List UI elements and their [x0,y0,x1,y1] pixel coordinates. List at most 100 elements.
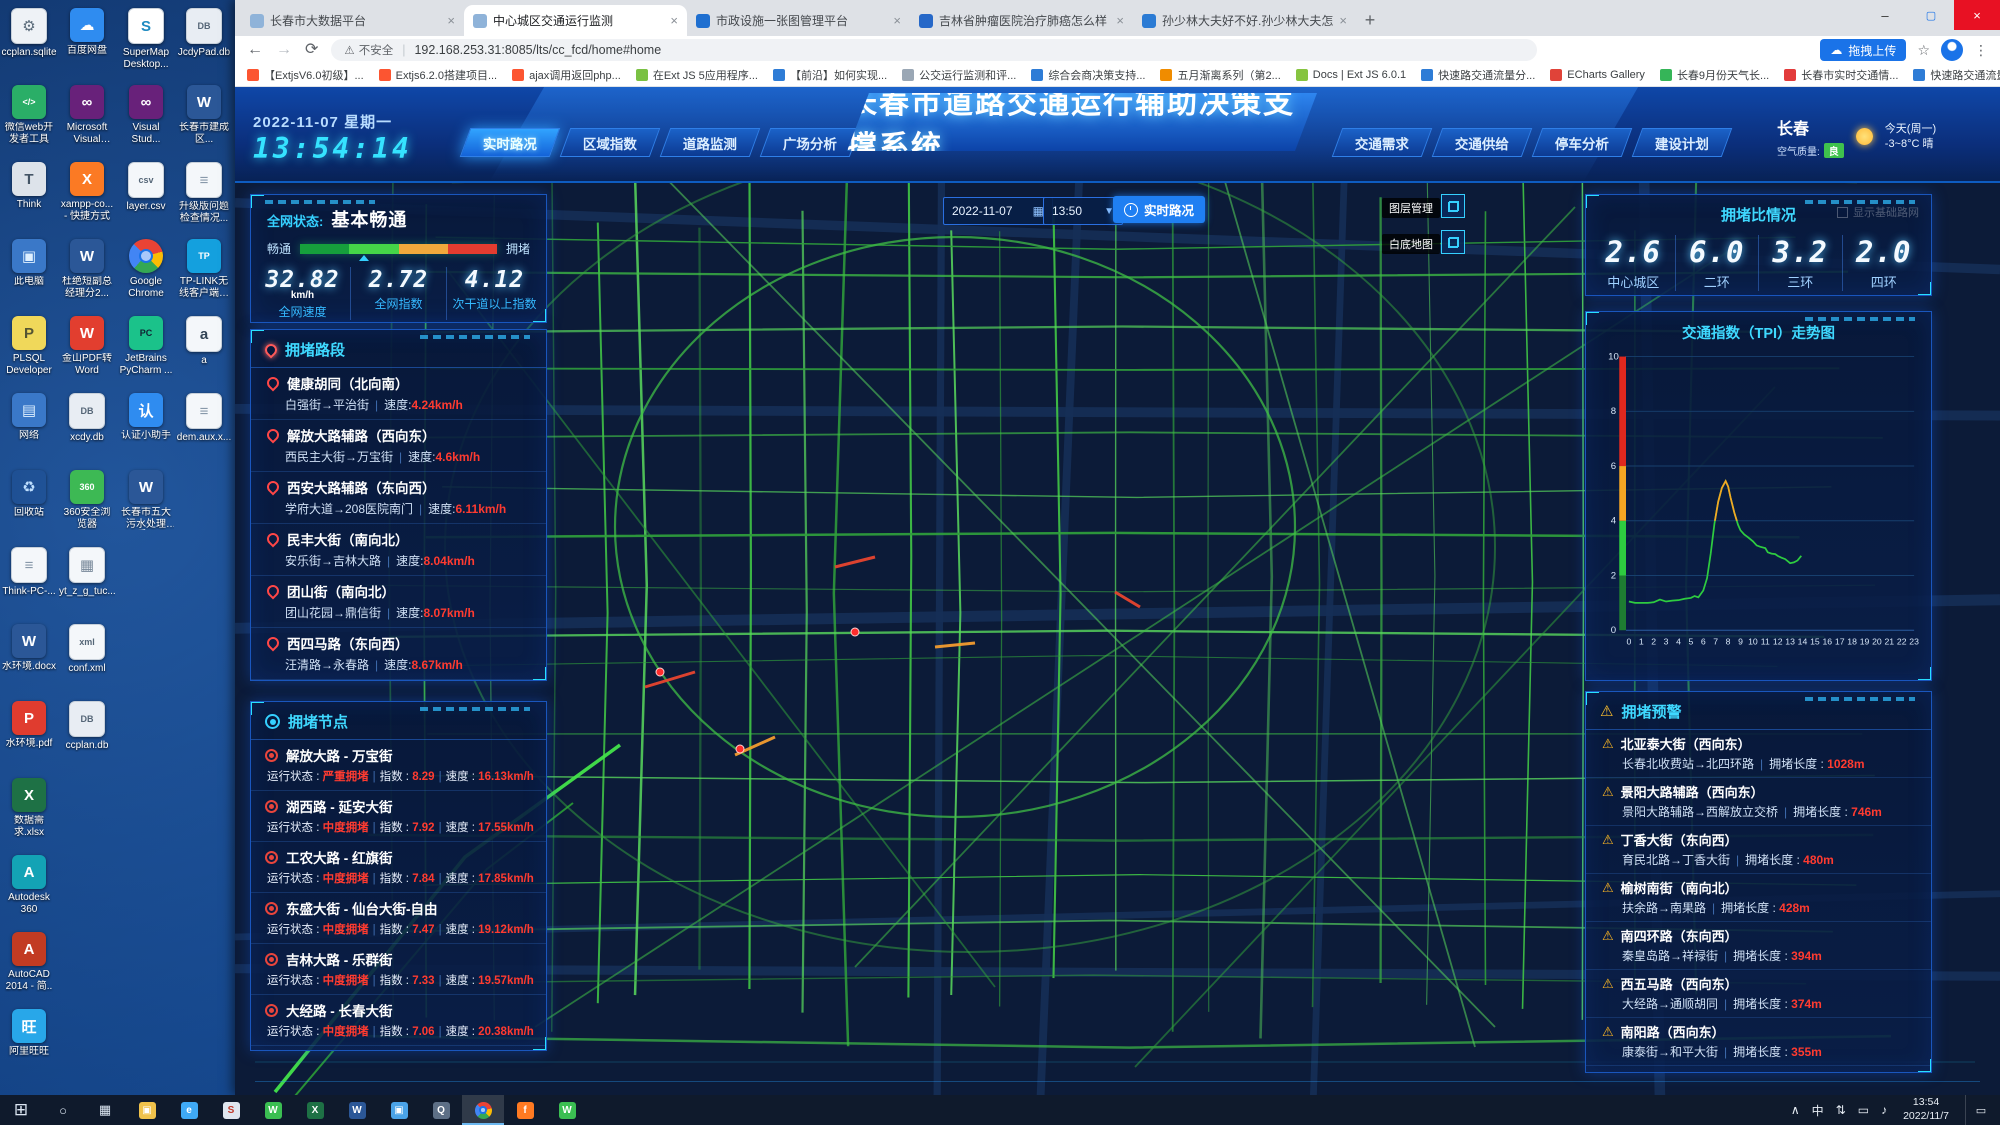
congested-node-item[interactable]: 解放大路 - 万宝街 运行状态 : 严重拥堵|指数 : 8.29|速度 : 16… [251,740,546,791]
congested-road-item[interactable]: 民丰大街（南向北） 安乐街→吉林大路|速度:8.04km/h [251,524,546,576]
desktop-icon[interactable]: PCJetBrains PyCharm ... [118,316,174,376]
basemap-button[interactable] [1441,230,1465,254]
congested-node-item[interactable]: 东盛大街 - 仙台大街-自由 运行状态 : 中度拥堵|指数 : 7.47|速度 … [251,893,546,944]
taskbar-ie-icon[interactable]: e [168,1095,210,1125]
desktop-icon[interactable]: ▣此电脑 [1,239,57,288]
bookmark-item[interactable]: 长春市实时交通情... [1784,67,1898,83]
nav-button[interactable]: 交通供给 [1432,128,1533,157]
desktop-icon[interactable]: ≡dem.aux.x... [176,393,232,444]
warning-item[interactable]: ⚠修正路（西向东） 吉大前卫小区北一门→致远路|拥堵长度 : 349m [1586,1066,1931,1073]
desktop-icon[interactable]: ∞Visual Stud... [118,85,174,145]
nav-button[interactable]: 实时路况 [460,128,561,157]
action-center-icon[interactable]: ▭ [1965,1095,1996,1125]
bookmark-item[interactable]: 【前沿】如何实现... [773,67,887,83]
desktop-icon[interactable]: W长春市五大污水处理系... [118,470,174,530]
back-button[interactable]: ← [247,42,263,58]
desktop-icon[interactable]: ▤网络 [1,393,57,442]
congested-road-item[interactable]: 健康胡同（北向南） 白强街→平治街|速度:4.24km/h [251,368,546,420]
tray-volume-icon[interactable]: ♪ [1881,1103,1887,1117]
nav-button[interactable]: 建设计划 [1632,128,1733,157]
tab-close-icon[interactable]: × [447,13,455,28]
bookmark-item[interactable]: 长春9月份天气长... [1660,67,1769,83]
desktop-icon[interactable]: X数据需求.xlsx [1,778,57,838]
nav-button[interactable]: 广场分析 [760,128,861,157]
desktop-icon[interactable]: aa [176,316,232,367]
bookmark-item[interactable]: 在Ext JS 5应用程序... [636,67,758,83]
desktop-icon[interactable]: TPTP-LINK无线客户端应用... [176,239,232,299]
taskbar-folder-icon[interactable]: ▣ [378,1095,420,1125]
browser-tab[interactable]: 孙少林大夫好不好.孙少林大夫怎 × [1133,5,1356,36]
desktop-icon[interactable]: SSuperMap Desktop... [118,8,174,70]
nav-button[interactable]: 停车分析 [1532,128,1633,157]
desktop-icon[interactable]: W金山PDF转Word [59,316,115,376]
desktop-icon[interactable]: ☁百度网盘 [59,8,115,57]
bookmark-item[interactable]: Extjs6.2.0搭建项目... [379,67,497,83]
desktop-icon[interactable]: AAutoCAD 2014 - 简.. [1,932,57,992]
congested-node-item[interactable]: 工农大路 - 红旗街 运行状态 : 中度拥堵|指数 : 7.84|速度 : 17… [251,842,546,893]
bookmark-item[interactable]: Docs | Ext JS 6.0.1 [1296,69,1406,81]
browser-tab[interactable]: 吉林省肿瘤医院治疗肺癌怎么样 × [910,5,1133,36]
desktop-icon[interactable]: DBccplan.db [59,701,115,752]
tab-close-icon[interactable]: × [1116,13,1124,28]
taskbar-start-icon[interactable]: ⊞ [0,1095,42,1125]
browser-tab[interactable]: 市政设施一张图管理平台 × [687,5,910,36]
taskbar-firefox-icon[interactable]: f [504,1095,546,1125]
desktop-icon[interactable]: DBJcdyPad.db [176,8,232,59]
security-indicator[interactable]: ⚠ 不安全 [344,42,393,58]
bookmark-star-icon[interactable]: ☆ [1917,42,1930,59]
tray-hidden-icons-icon[interactable]: ∧ [1791,1103,1800,1117]
upload-extension-chip[interactable]: ☁ 拖拽上传 [1820,39,1906,61]
bookmark-item[interactable]: 综合会商决策支持... [1031,67,1145,83]
congested-node-item[interactable]: 飞跃路 - 开运街 运行状态 : 中度拥堵|指数 : 6.8|速度 : 21.1… [251,1046,546,1051]
browser-tab[interactable]: 长春市大数据平台 × [241,5,464,36]
warning-item[interactable]: ⚠景阳大路辅路（西向东） 景阳大路辅路→西解放立交桥|拥堵长度 : 746m [1586,778,1931,826]
tab-close-icon[interactable]: × [1339,13,1347,28]
layer-manager-button[interactable] [1441,194,1465,218]
desktop-icon[interactable]: DBxcdy.db [59,393,115,444]
warning-item[interactable]: ⚠丁香大街（东向西） 育民北路→丁香大街|拥堵长度 : 480m [1586,826,1931,874]
new-tab-button[interactable]: + [1356,6,1384,34]
desktop-icon[interactable]: xmlconf.xml [59,624,115,675]
desktop-icon[interactable]: W水环境.docx [1,624,57,673]
congested-road-item[interactable]: 团山街（南向北） 团山花园→鼎信街|速度:8.07km/h [251,576,546,628]
congested-node-item[interactable]: 湖西路 - 延安大街 运行状态 : 中度拥堵|指数 : 7.92|速度 : 17… [251,791,546,842]
congested-node-item[interactable]: 吉林大路 - 乐群街 运行状态 : 中度拥堵|指数 : 7.33|速度 : 19… [251,944,546,995]
desktop-icon[interactable]: </>微信web开发者工具 [1,85,57,145]
congested-road-item[interactable]: 西四马路（东向西） 汪清路→永春路|速度:8.67km/h [251,628,546,680]
bookmark-item[interactable]: 公交运行监测和评... [902,67,1016,83]
browser-tab[interactable]: 中心城区交通运行监测 × [464,5,687,36]
desktop-icon[interactable]: W长春市建成区... [176,85,232,145]
nav-button[interactable]: 道路监测 [660,128,761,157]
congested-road-item[interactable]: 解放大路辅路（西向东） 西民主大街→万宝街|速度:4.6km/h [251,420,546,472]
desktop-icon[interactable]: Google Chrome [118,239,174,299]
desktop-icon[interactable]: ≡Think-PC-... [1,547,57,598]
warning-item[interactable]: ⚠西五马路（西向东） 大经路→通顺胡同|拥堵长度 : 374m [1586,970,1931,1018]
taskbar-word-icon[interactable]: W [336,1095,378,1125]
desktop-icon[interactable]: ≡升级版问题检查情况... [176,162,232,224]
address-bar[interactable]: ⚠ 不安全 | 192.168.253.31:8085/lts/cc_fcd/h… [331,39,1537,61]
reload-button[interactable]: ⟳ [305,42,318,58]
taskbar-task-view-icon[interactable]: ▦ [84,1095,126,1125]
congested-node-item[interactable]: 大经路 - 长春大街 运行状态 : 中度拥堵|指数 : 7.06|速度 : 20… [251,995,546,1046]
desktop-icon[interactable]: Xxampp-co... - 快捷方式 [59,162,115,222]
forward-button[interactable]: → [276,42,292,58]
taskbar-search-tool-icon[interactable]: Q [420,1095,462,1125]
taskbar-search-icon[interactable]: ○ [42,1095,84,1125]
bookmark-item[interactable]: ECharts Gallery [1550,69,1645,81]
taskbar-clock[interactable]: 13:542022/11/7 [1899,1096,1953,1123]
nav-button[interactable]: 区域指数 [560,128,661,157]
browser-menu-icon[interactable]: ⋮ [1974,42,1988,59]
map-time-select[interactable]: 13:50▼ [1043,197,1123,225]
bookmark-item[interactable]: 快速路交通流量分... [1421,67,1535,83]
bookmark-item[interactable]: 五月渐离系列（第2... [1160,67,1280,83]
warning-item[interactable]: ⚠北亚泰大街（西向东） 长春北收费站→北四环路|拥堵长度 : 1028m [1586,730,1931,778]
desktop-icon[interactable]: TThink [1,162,57,211]
taskbar-wechat-green-icon[interactable]: W [546,1095,588,1125]
nav-button[interactable]: 交通需求 [1332,128,1433,157]
taskbar-chrome-icon[interactable] [462,1095,504,1125]
tab-close-icon[interactable]: × [893,13,901,28]
bookmark-item[interactable]: 快速路交通流量分... [1913,67,2000,83]
taskbar-file-explorer-icon[interactable]: ▣ [126,1095,168,1125]
profile-avatar[interactable] [1941,39,1963,61]
desktop-icon[interactable]: PPLSQL Developer [1,316,57,376]
